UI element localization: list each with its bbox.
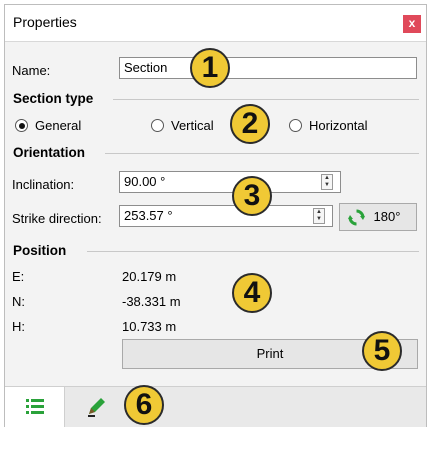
radio-horizontal[interactable] <box>289 119 302 132</box>
callout-4: 4 <box>232 273 272 313</box>
edit-pencil-icon <box>88 398 105 417</box>
inclination-input[interactable]: 90.00 ° <box>119 171 341 193</box>
position-divider <box>87 251 419 252</box>
window-title: Properties <box>13 14 77 30</box>
rotate-180-button[interactable]: 180° <box>339 203 417 231</box>
radio-general-label: General <box>35 118 82 133</box>
callout-2: 2 <box>230 104 270 144</box>
coord-n-label: N: <box>12 294 25 309</box>
spin-up-icon[interactable]: ▲ <box>322 175 332 182</box>
name-input[interactable]: Section <box>119 57 417 79</box>
coord-e-label: E: <box>12 269 25 284</box>
strike-spinner[interactable]: ▲ ▼ <box>313 208 325 224</box>
tab-bar <box>5 386 426 427</box>
rotate-180-label: 180° <box>373 209 401 224</box>
name-label: Name: <box>12 63 51 78</box>
section-type-heading: Section type <box>13 91 94 106</box>
coord-h-value: 10.733 m <box>122 319 177 334</box>
section-type-divider <box>113 99 419 100</box>
strike-input[interactable]: 253.57 ° <box>119 205 333 227</box>
title-bar: Properties x <box>5 5 426 42</box>
position-heading: Position <box>13 243 67 258</box>
spin-down-icon[interactable]: ▼ <box>322 182 332 189</box>
close-button[interactable]: x <box>403 15 421 33</box>
callout-3: 3 <box>232 176 272 216</box>
coord-e-value: 20.179 m <box>122 269 177 284</box>
callout-1: 1 <box>190 48 230 88</box>
radio-vertical-label: Vertical <box>171 118 214 133</box>
spin-down-icon[interactable]: ▼ <box>314 216 324 223</box>
tab-edit[interactable] <box>65 387 125 427</box>
strike-label: Strike direction: <box>12 211 102 226</box>
orientation-divider <box>105 153 419 154</box>
spin-up-icon[interactable]: ▲ <box>314 209 324 216</box>
radio-vertical[interactable] <box>151 119 164 132</box>
coord-h-label: H: <box>12 319 25 334</box>
tab-properties[interactable] <box>5 387 65 427</box>
rotate-arrows-icon <box>348 209 365 226</box>
callout-6: 6 <box>124 385 164 425</box>
coord-n-value: -38.331 m <box>122 294 181 309</box>
inclination-label: Inclination: <box>12 177 75 192</box>
radio-general[interactable] <box>15 119 28 132</box>
inclination-spinner[interactable]: ▲ ▼ <box>321 174 333 190</box>
callout-5: 5 <box>362 331 402 371</box>
radio-horizontal-label: Horizontal <box>309 118 368 133</box>
properties-list-icon <box>26 399 44 414</box>
orientation-heading: Orientation <box>13 145 86 160</box>
